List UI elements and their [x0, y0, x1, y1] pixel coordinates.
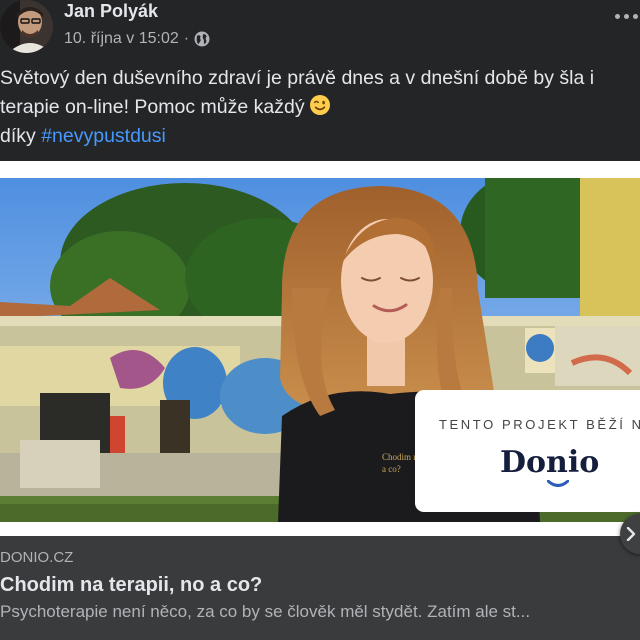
media-bottom-divider	[0, 522, 640, 536]
post-text-prefix: díky	[0, 125, 36, 147]
donio-badge: TENTO PROJEKT BĚŽÍ N Donio	[415, 390, 640, 512]
post-text: Světový den duševního zdraví je právě dn…	[0, 64, 640, 151]
badge-caption: TENTO PROJEKT BĚŽÍ N	[439, 417, 640, 432]
hashtag-link[interactable]: #nevypustdusi	[41, 125, 166, 147]
post-meta: 10. října v 15:02 ·	[64, 29, 210, 49]
more-dot-icon	[633, 14, 638, 19]
meta-separator: ·	[183, 30, 190, 47]
link-description: Psychoterapie není něco, za co by se člo…	[0, 602, 531, 621]
donio-logo-smile-icon	[547, 480, 569, 487]
globe-icon[interactable]	[194, 31, 210, 47]
svg-text:a co?: a co?	[382, 464, 401, 474]
facebook-post: Jan Polyák 10. října v 15:02 · Světový d…	[0, 0, 640, 640]
more-dot-icon	[615, 14, 620, 19]
more-dot-icon	[624, 14, 629, 19]
author-avatar[interactable]	[0, 0, 53, 53]
link-domain: DONIO.CZ	[0, 549, 74, 566]
post-timestamp[interactable]: 10. října v 15:02	[64, 30, 179, 48]
post-text-line: díky #nevypustdusi	[0, 122, 640, 151]
media-top-divider	[0, 161, 640, 178]
link-preview[interactable]: DONIO.CZ Chodim na terapii, no a co? Psy…	[0, 536, 640, 640]
chevron-right-icon	[626, 527, 636, 541]
post-text-line: Světový den duševního zdraví je právě dn…	[0, 67, 595, 89]
link-title[interactable]: Chodim na terapii, no a co?	[0, 574, 262, 597]
donio-logo: Donio	[500, 445, 600, 480]
more-options-button[interactable]	[615, 14, 638, 19]
winking-face-emoji	[309, 95, 330, 115]
post-text-line-content: terapie on-line! Pomoc může každý	[0, 96, 305, 118]
post-text-line: terapie on-line! Pomoc může každý	[0, 93, 640, 122]
author-name[interactable]: Jan Polyák	[64, 1, 158, 22]
